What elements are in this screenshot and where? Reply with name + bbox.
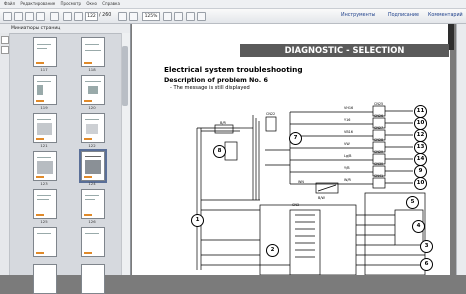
connector-label: CN25 bbox=[374, 102, 384, 106]
callout-2: 2 bbox=[266, 244, 279, 257]
callout-6: 6 bbox=[420, 258, 433, 271]
wire-label: Y/B bbox=[344, 166, 350, 170]
wire-label: VH16 bbox=[344, 106, 354, 110]
wire-label: VB16 bbox=[344, 130, 353, 134]
wire-label: Y16 bbox=[344, 118, 351, 122]
callout-4: 4 bbox=[412, 220, 425, 233]
callout-1: 1 bbox=[191, 214, 204, 227]
wiring-diagram bbox=[196, 105, 426, 275]
wire-label: VW bbox=[344, 142, 350, 146]
wire-label: B/R bbox=[220, 121, 226, 125]
callout-3: 3 bbox=[420, 240, 433, 253]
document-scrollbar[interactable] bbox=[456, 24, 466, 275]
wire-label: WN bbox=[298, 180, 304, 184]
connector-label: CN41 bbox=[374, 174, 384, 178]
connector-label: CN22 bbox=[266, 112, 276, 116]
connector-label: CN27 bbox=[374, 126, 384, 130]
connector-label: CN3 bbox=[292, 203, 300, 207]
callout-10b: 10 bbox=[414, 177, 427, 190]
connector-label: CN28 bbox=[374, 138, 384, 142]
wire-label: Lg/B bbox=[344, 154, 352, 158]
callout-7: 7 bbox=[289, 132, 302, 145]
connector-label: CN30 bbox=[374, 162, 384, 166]
callout-8: 8 bbox=[213, 145, 226, 158]
wire-label: B/W bbox=[318, 196, 325, 200]
connector-label: CN26 bbox=[374, 114, 384, 118]
wire-label: W/R bbox=[344, 178, 351, 182]
callout-5: 5 bbox=[406, 196, 419, 209]
connector-label: CN29 bbox=[374, 150, 384, 154]
